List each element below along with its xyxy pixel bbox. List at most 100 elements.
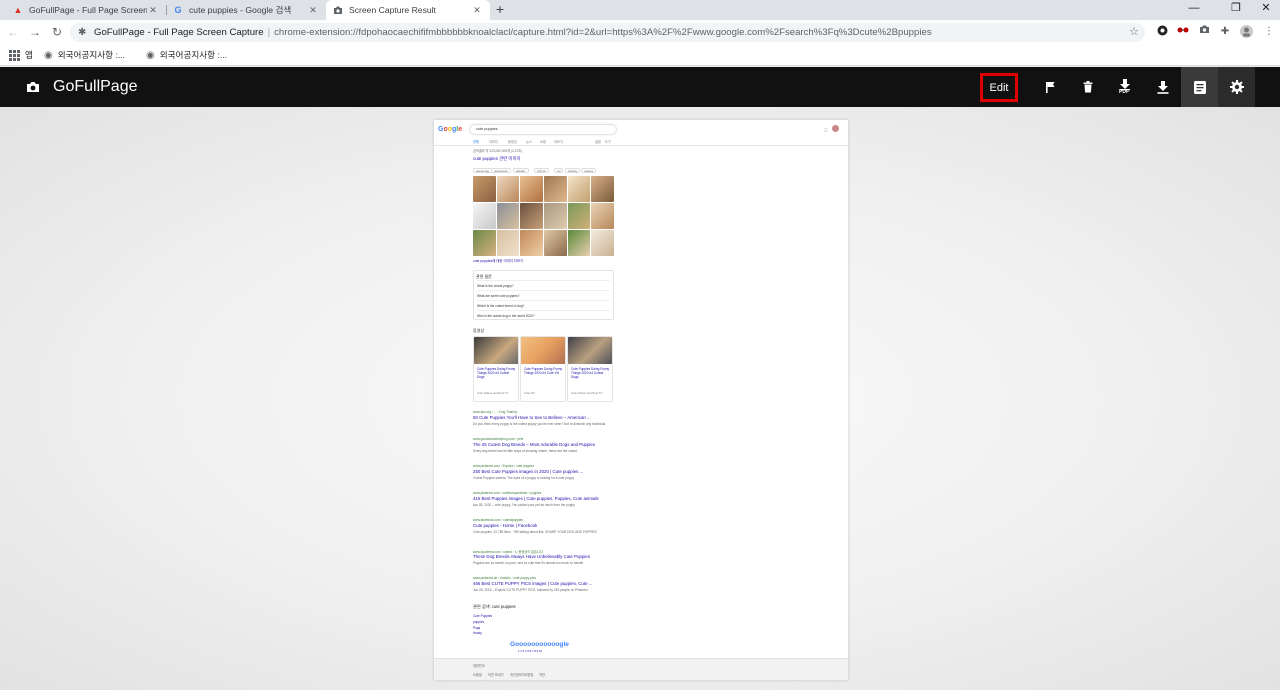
site-name: GoFullPage - Full Page Screen Capture (94, 27, 264, 38)
preview-tab: 설정 (595, 140, 601, 144)
preview-image-chip: teacup dog (473, 168, 492, 173)
globe-icon: ◉ (146, 49, 155, 61)
preview-tab: 뉴스 (526, 140, 532, 144)
camera-extension-icon[interactable] (1197, 25, 1211, 39)
app-brand: GoFullPage (26, 67, 138, 107)
puppy-thumb (520, 176, 543, 202)
bookmark-item[interactable]: ◉ 외국어공지사항 :... (146, 49, 227, 61)
preview-related-item: puppies (473, 620, 485, 624)
preview-result-cite: www.pinterest.com › cutefunnyanimals › p… (473, 491, 542, 495)
preview-video-card: Cute Puppies Doing Funny Things 2020 #4 … (567, 336, 613, 402)
browser-toolbar: ← → ↻ ✱ GoFullPage - Full Page Screen Ca… (0, 20, 1280, 45)
preview-related-item: Cute Puppies (473, 614, 493, 618)
preview-image-chip: maltese (581, 168, 597, 173)
preview-pagination-pages: 1 2 3 4 5 6 7 8 9 10 (518, 649, 543, 653)
video-title: Cute Puppies Doing Funny Things 2020 #4 … (524, 367, 563, 375)
delete-button[interactable] (1069, 67, 1106, 107)
preview-paa-question: Which is the cutest breed of dog? (477, 300, 610, 310)
puppy-thumb (591, 203, 614, 229)
profile-avatar[interactable] (1239, 25, 1253, 39)
video-title: Cute Puppies Doing Funny Things 2020 #4 … (571, 367, 610, 379)
pdf-label: PDF (1119, 89, 1129, 95)
maximize-button[interactable]: ❐ (1220, 0, 1252, 20)
preview-search-box: cute puppies (470, 125, 616, 134)
preview-divider (434, 145, 848, 146)
preview-image-chip: pomeranian (491, 168, 511, 173)
google-favicon: G (174, 5, 182, 15)
download-icon (1157, 80, 1168, 94)
settings-button[interactable] (1218, 67, 1255, 107)
new-tab-button[interactable]: + (492, 2, 508, 16)
preview-image-chip: shih tzu (534, 168, 549, 173)
apps-grid-icon (9, 49, 20, 61)
gofullpage-favicon: ▲ (13, 5, 23, 15)
preview-video-card: Cute Puppies Doing Funny Things 2020 #4 … (520, 336, 566, 402)
preview-videos-heading: 동영상 (473, 328, 485, 333)
menu-kebab-icon[interactable]: ⋮ (1262, 25, 1276, 39)
extension-icon-1[interactable] (1155, 25, 1169, 39)
preview-tab: 도구 (605, 140, 611, 144)
preview-people-also-ask: What is the cutest puppy? What are some … (473, 270, 614, 320)
globe-icon: ◉ (44, 49, 53, 61)
download-pdf-button[interactable]: PDF (1106, 67, 1143, 107)
preview-footer-link: 도움말 (473, 673, 482, 677)
edit-button[interactable]: Edit (980, 73, 1018, 102)
camera-icon (27, 82, 39, 92)
address-bar[interactable]: ✱ GoFullPage - Full Page Screen Capture |… (70, 23, 1145, 42)
tab-screen-capture-result[interactable]: Screen Capture Result ✕ (326, 0, 490, 20)
flag-button[interactable] (1032, 67, 1069, 107)
download-button[interactable] (1144, 67, 1181, 107)
app-header: GoFullPage PDF (0, 67, 1280, 107)
puppy-thumb (473, 230, 496, 256)
preview-result-title: Cute puppies - Home | Facebook (473, 523, 538, 528)
preview-result-cite: www.pinterest.com › Explore › cute puppi… (473, 464, 535, 468)
preview-result-snippet: Do you think every puppy is the cutest p… (473, 422, 606, 426)
tab-close-icon[interactable]: ✕ (307, 5, 319, 16)
tab-title: Screen Capture Result (349, 5, 436, 15)
preview-tab: 전체 (473, 140, 479, 144)
puppy-thumb (496, 176, 520, 202)
tab-google-search[interactable]: G cute puppies - Google 검색 ✕ (166, 0, 326, 20)
tab-strip: ▲ GoFullPage - Full Page Screen C ✕ G cu… (0, 0, 1280, 20)
preview-footer-country: 대한민국 (473, 664, 485, 668)
puppy-thumb (496, 230, 520, 256)
forward-arrow-icon[interactable]: → (28, 25, 42, 39)
preview-result-cite: www.goodhousekeeping.com › pets (473, 437, 524, 441)
preview-footer-link: 개인정보처리방침 (510, 673, 534, 677)
minimize-button[interactable]: — (1178, 0, 1210, 20)
file-list-button[interactable] (1181, 67, 1218, 107)
bookmarks-bar: 앱 ◉ 외국어공지사항 :... ◉ 외국어공지사항 :... (0, 45, 1280, 66)
preview-avatar (832, 125, 839, 132)
preview-tab: 동영상 (508, 140, 517, 144)
preview-footer-link: 의견 보내기 (488, 673, 504, 677)
file-list-icon (1193, 80, 1206, 94)
preview-paa-question: What is the cutest puppy? (477, 280, 610, 290)
preview-video-card: Cute Puppies Doing Funny Things 2020 #4 … (473, 336, 519, 402)
gear-icon (1229, 80, 1244, 94)
extension-glasses-icon[interactable] (1176, 25, 1190, 39)
close-window-button[interactable]: ✕ (1250, 0, 1280, 20)
tab-close-icon[interactable]: ✕ (147, 5, 159, 16)
video-thumb (474, 337, 518, 364)
puppy-thumb (520, 203, 543, 229)
video-source: Cute VN (524, 391, 535, 395)
apps-shortcut[interactable]: 앱 (9, 49, 33, 61)
preview-result-snippet: Jun 28, 2019 – Explore CUTE PUPPY PICS, … (473, 588, 588, 592)
camera-favicon (333, 5, 343, 15)
puppy-thumb (591, 176, 614, 202)
bookmark-star-icon[interactable]: ☆ (1129, 23, 1139, 42)
tab-gofullpage[interactable]: ▲ GoFullPage - Full Page Screen C ✕ (6, 0, 166, 20)
preview-images-more: cute puppies에 대한 이미지 더보기 (473, 259, 524, 263)
preview-paa-question: Who is the cutest dog in the world 2020? (477, 310, 610, 320)
preview-result-title: 466 Best CUTE PUPPY PICS images | Cute p… (473, 581, 593, 586)
puppy-thumb (543, 203, 567, 229)
capture-preview[interactable]: Google cute puppies ⁝⁝ 전체 이미지 동영상 뉴스 쇼핑 … (434, 120, 848, 680)
extensions-puzzle-icon[interactable]: ✚ (1218, 25, 1232, 39)
back-arrow-icon[interactable]: ← (6, 25, 20, 39)
reload-icon[interactable]: ↻ (50, 25, 64, 39)
trash-icon (1083, 81, 1092, 93)
tab-close-icon[interactable]: ✕ (471, 5, 483, 16)
bookmark-item[interactable]: ◉ 외국어공지사항 :... (44, 49, 125, 61)
url-text: chrome-extension://fdpohaocaechififmbbbb… (274, 27, 932, 38)
puppy-thumb (591, 230, 614, 256)
